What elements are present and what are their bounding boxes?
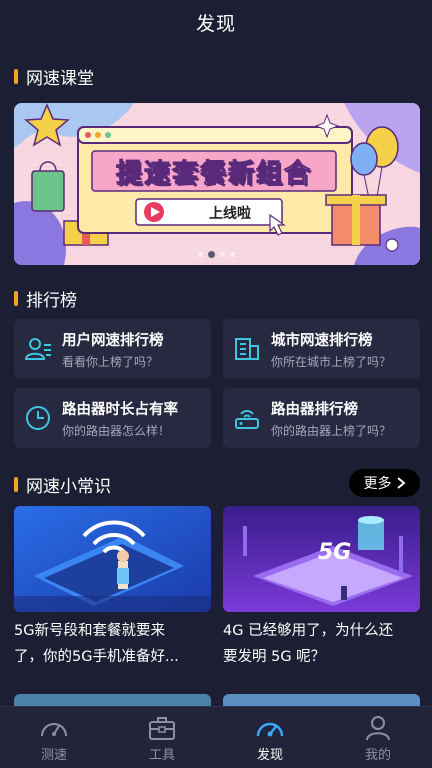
article-thumbnail-4g-vs-5g[interactable]: 5G: [223, 506, 420, 612]
pagination-dot-active: [207, 250, 215, 258]
ranking-card-subtitle: 你所在城市上榜了吗？: [271, 354, 392, 369]
user-list-icon: [24, 338, 51, 360]
article-thumbnail-5g-plan[interactable]: [14, 506, 211, 612]
ranking-card-title: 路由器排行榜: [271, 401, 358, 418]
section-course-title: 网速课堂: [14, 64, 94, 89]
section-tips-label: 网速小常识: [26, 477, 111, 497]
more-button-label: 更多: [363, 476, 392, 492]
article-title-4g-vs-5g[interactable]: 4G 已经够用了，为什么还 要发明 5G 呢？: [223, 618, 423, 670]
page-title: 发现: [195, 12, 236, 35]
clock-icon: [26, 406, 50, 430]
article-title-5g-plan[interactable]: 5G新号段和套餐就要来 了，你的5G手机准备好...: [14, 618, 214, 670]
tab-label: 工具: [148, 748, 175, 763]
ranking-card-router-rank[interactable]: 路由器排行榜 你的路由器上榜了吗？: [223, 388, 420, 448]
section-course-label: 网速课堂: [26, 69, 94, 89]
toolbox-icon: [149, 717, 175, 740]
tab-discover[interactable]: 发现: [216, 707, 324, 768]
page-header: 发现: [0, 0, 432, 44]
ranking-card-user-speed[interactable]: 用户网速排行榜 看看你上榜了吗？: [14, 319, 211, 379]
bottom-tab-bar: 测速 工具 发现 我的: [0, 706, 432, 768]
banner-pagination: [0, 250, 432, 258]
speedometer-icon: [41, 723, 67, 737]
tab-label: 发现: [256, 748, 283, 763]
article-title-line: 了，你的5G手机准备好...: [14, 649, 179, 665]
ranking-card-router-usage[interactable]: 路由器时长占有率 你的路由器怎么样！: [14, 388, 211, 448]
city-building-icon: [235, 338, 259, 360]
ranking-card-subtitle: 你的路由器怎么样！: [62, 423, 171, 438]
ranking-card-city-speed[interactable]: 城市网速排行榜 你所在城市上榜了吗？: [223, 319, 420, 379]
section-ranking-label: 排行榜: [26, 291, 77, 311]
tab-label: 测速: [40, 748, 67, 763]
ranking-card-title: 城市网速排行榜: [271, 332, 373, 349]
router-icon: [235, 410, 259, 429]
pagination-dot: [229, 251, 235, 257]
tab-label: 我的: [364, 748, 391, 763]
chevron-right-icon: [396, 477, 406, 489]
person-icon: [366, 716, 390, 741]
section-accent-bar: [14, 291, 18, 306]
ranking-card-title: 用户网速排行榜: [62, 332, 164, 349]
article-title-line: 4G 已经够用了，为什么还: [223, 623, 394, 639]
tab-speed-test[interactable]: 测速: [0, 707, 108, 768]
section-accent-bar: [14, 477, 18, 492]
article-title-line: 5G新号段和套餐就要来: [14, 623, 165, 639]
ranking-card-subtitle: 看看你上榜了吗？: [62, 354, 159, 369]
tab-profile[interactable]: 我的: [324, 707, 432, 768]
article-title-line: 要发明 5G 呢？: [223, 649, 326, 665]
banner-title: 提速套餐新组合: [115, 158, 312, 189]
section-tips-title: 网速小常识: [14, 472, 111, 497]
pagination-dot: [219, 251, 225, 257]
section-ranking-title: 排行榜: [14, 286, 77, 311]
ranking-card-title: 路由器时长占有率: [62, 401, 178, 418]
section-accent-bar: [14, 69, 18, 84]
more-button[interactable]: 更多: [349, 469, 420, 497]
pagination-dot: [197, 251, 203, 257]
banner-subtitle: 上线啦: [209, 206, 251, 222]
discover-gauge-icon: [256, 722, 284, 737]
article-thumbnail-5g-label: 5G: [318, 540, 352, 565]
ranking-card-subtitle: 你的路由器上榜了吗？: [271, 423, 392, 438]
tab-tools[interactable]: 工具: [108, 707, 216, 768]
